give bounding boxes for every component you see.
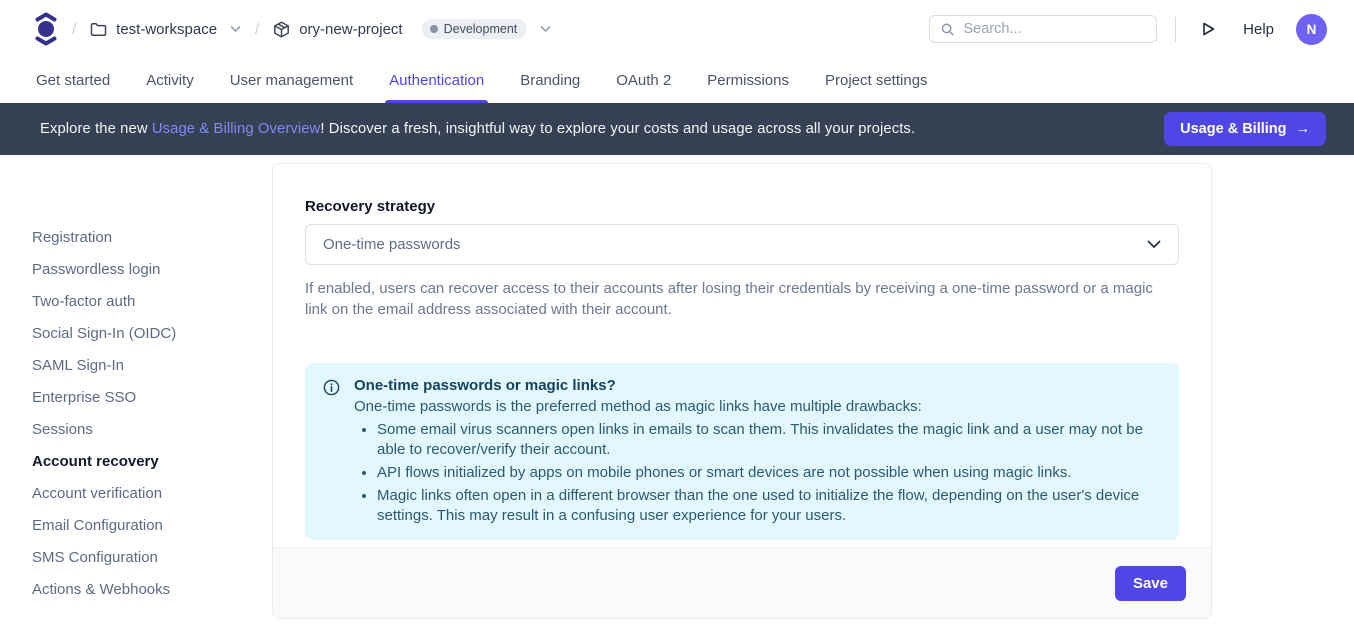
topbar-actions: Help N bbox=[929, 14, 1327, 45]
sidebar-item-saml-sign-in[interactable]: SAML Sign-In bbox=[32, 349, 272, 381]
sidebar-item-two-factor-auth[interactable]: Two-factor auth bbox=[32, 285, 272, 317]
recovery-help-text: If enabled, users can recover access to … bbox=[305, 279, 1179, 320]
search-input[interactable] bbox=[964, 21, 1146, 37]
info-content: One-time passwords or magic links? One-t… bbox=[354, 377, 1159, 526]
search-box[interactable] bbox=[929, 15, 1157, 43]
tab-branding[interactable]: Branding bbox=[520, 58, 580, 103]
banner-suffix: ! Discover a fresh, insightful way to ex… bbox=[320, 121, 915, 137]
avatar-initial: N bbox=[1307, 22, 1317, 37]
sidebar-item-enterprise-sso[interactable]: Enterprise SSO bbox=[32, 381, 272, 413]
sidebar-item-social-sign-in[interactable]: Social Sign-In (OIDC) bbox=[32, 317, 272, 349]
recovery-strategy-value: One-time passwords bbox=[323, 236, 461, 253]
breadcrumb-separator: / bbox=[255, 21, 259, 38]
project-name: ory-new-project bbox=[299, 21, 402, 38]
info-icon bbox=[323, 377, 340, 526]
chevron-down-icon bbox=[540, 25, 551, 33]
package-icon bbox=[273, 21, 290, 38]
sidebar-item-account-recovery[interactable]: Account recovery bbox=[32, 445, 272, 477]
sidebar-item-email-configuration[interactable]: Email Configuration bbox=[32, 509, 272, 541]
project-switcher[interactable]: ory-new-project Development bbox=[273, 19, 551, 39]
workspace-name: test-workspace bbox=[116, 21, 217, 38]
arrow-right-icon: → bbox=[1296, 121, 1311, 137]
topbar-divider bbox=[1175, 17, 1176, 42]
avatar[interactable]: N bbox=[1296, 14, 1327, 45]
chevron-down-icon bbox=[230, 25, 241, 33]
sidebar-item-passwordless-login[interactable]: Passwordless login bbox=[32, 253, 272, 285]
sidebar-item-sms-configuration[interactable]: SMS Configuration bbox=[32, 541, 272, 573]
save-button[interactable]: Save bbox=[1115, 566, 1186, 601]
play-button[interactable] bbox=[1201, 21, 1216, 37]
sidebar-item-registration[interactable]: Registration bbox=[32, 221, 272, 253]
top-bar: / test-workspace / ory-new-project Devel… bbox=[0, 0, 1354, 58]
folder-icon bbox=[90, 22, 107, 37]
workspace-switcher[interactable]: test-workspace bbox=[90, 21, 241, 38]
info-intro: One-time passwords is the preferred meth… bbox=[354, 397, 1159, 417]
recovery-settings-body: Recovery strategy One-time passwords If … bbox=[273, 164, 1211, 540]
tab-project-settings[interactable]: Project settings bbox=[825, 58, 928, 103]
environment-badge: Development bbox=[422, 19, 528, 39]
usage-billing-button[interactable]: Usage & Billing → bbox=[1164, 112, 1326, 146]
info-title: One-time passwords or magic links? bbox=[354, 377, 1159, 394]
card-spacer bbox=[273, 540, 1211, 547]
info-alert: One-time passwords or magic links? One-t… bbox=[305, 363, 1179, 540]
tab-permissions[interactable]: Permissions bbox=[707, 58, 789, 103]
banner-prefix: Explore the new bbox=[40, 121, 152, 137]
usage-billing-button-label: Usage & Billing bbox=[1180, 121, 1286, 137]
info-bullet: API flows initialized by apps on mobile … bbox=[377, 463, 1159, 483]
recovery-strategy-select[interactable]: One-time passwords bbox=[305, 224, 1179, 265]
tab-authentication[interactable]: Authentication bbox=[389, 58, 484, 103]
breadcrumb-separator: / bbox=[72, 21, 76, 38]
environment-label: Development bbox=[444, 22, 518, 36]
sidebar-item-sessions[interactable]: Sessions bbox=[32, 413, 272, 445]
banner-message: Explore the new Usage & Billing Overview… bbox=[40, 121, 915, 137]
banner-link[interactable]: Usage & Billing Overview bbox=[152, 121, 321, 137]
environment-dot-icon bbox=[430, 25, 438, 33]
recovery-settings-card: Recovery strategy One-time passwords If … bbox=[272, 163, 1212, 619]
tab-activity[interactable]: Activity bbox=[146, 58, 194, 103]
play-icon bbox=[1201, 21, 1216, 37]
content-area: Registration Passwordless login Two-fact… bbox=[0, 155, 1354, 619]
info-bullet: Some email virus scanners open links in … bbox=[377, 420, 1159, 460]
sidebar-item-account-verification[interactable]: Account verification bbox=[32, 477, 272, 509]
chevron-down-icon bbox=[1147, 240, 1161, 249]
ory-logo-icon bbox=[34, 12, 58, 46]
tab-oauth2[interactable]: OAuth 2 bbox=[616, 58, 671, 103]
sidebar-item-actions-webhooks[interactable]: Actions & Webhooks bbox=[32, 573, 272, 605]
authentication-sidebar: Registration Passwordless login Two-fact… bbox=[0, 163, 272, 605]
recovery-strategy-label: Recovery strategy bbox=[305, 198, 1179, 215]
help-link[interactable]: Help bbox=[1243, 21, 1274, 38]
ory-home-button[interactable] bbox=[34, 12, 58, 46]
card-footer: Save bbox=[273, 547, 1211, 618]
project-nav-tabs: Get started Activity User management Aut… bbox=[0, 58, 1354, 103]
tab-get-started[interactable]: Get started bbox=[36, 58, 110, 103]
usage-billing-banner: Explore the new Usage & Billing Overview… bbox=[0, 103, 1354, 155]
info-bullet: Magic links often open in a different br… bbox=[377, 486, 1159, 526]
search-icon bbox=[941, 22, 954, 37]
info-bullet-list: Some email virus scanners open links in … bbox=[354, 420, 1159, 526]
tab-user-management[interactable]: User management bbox=[230, 58, 353, 103]
